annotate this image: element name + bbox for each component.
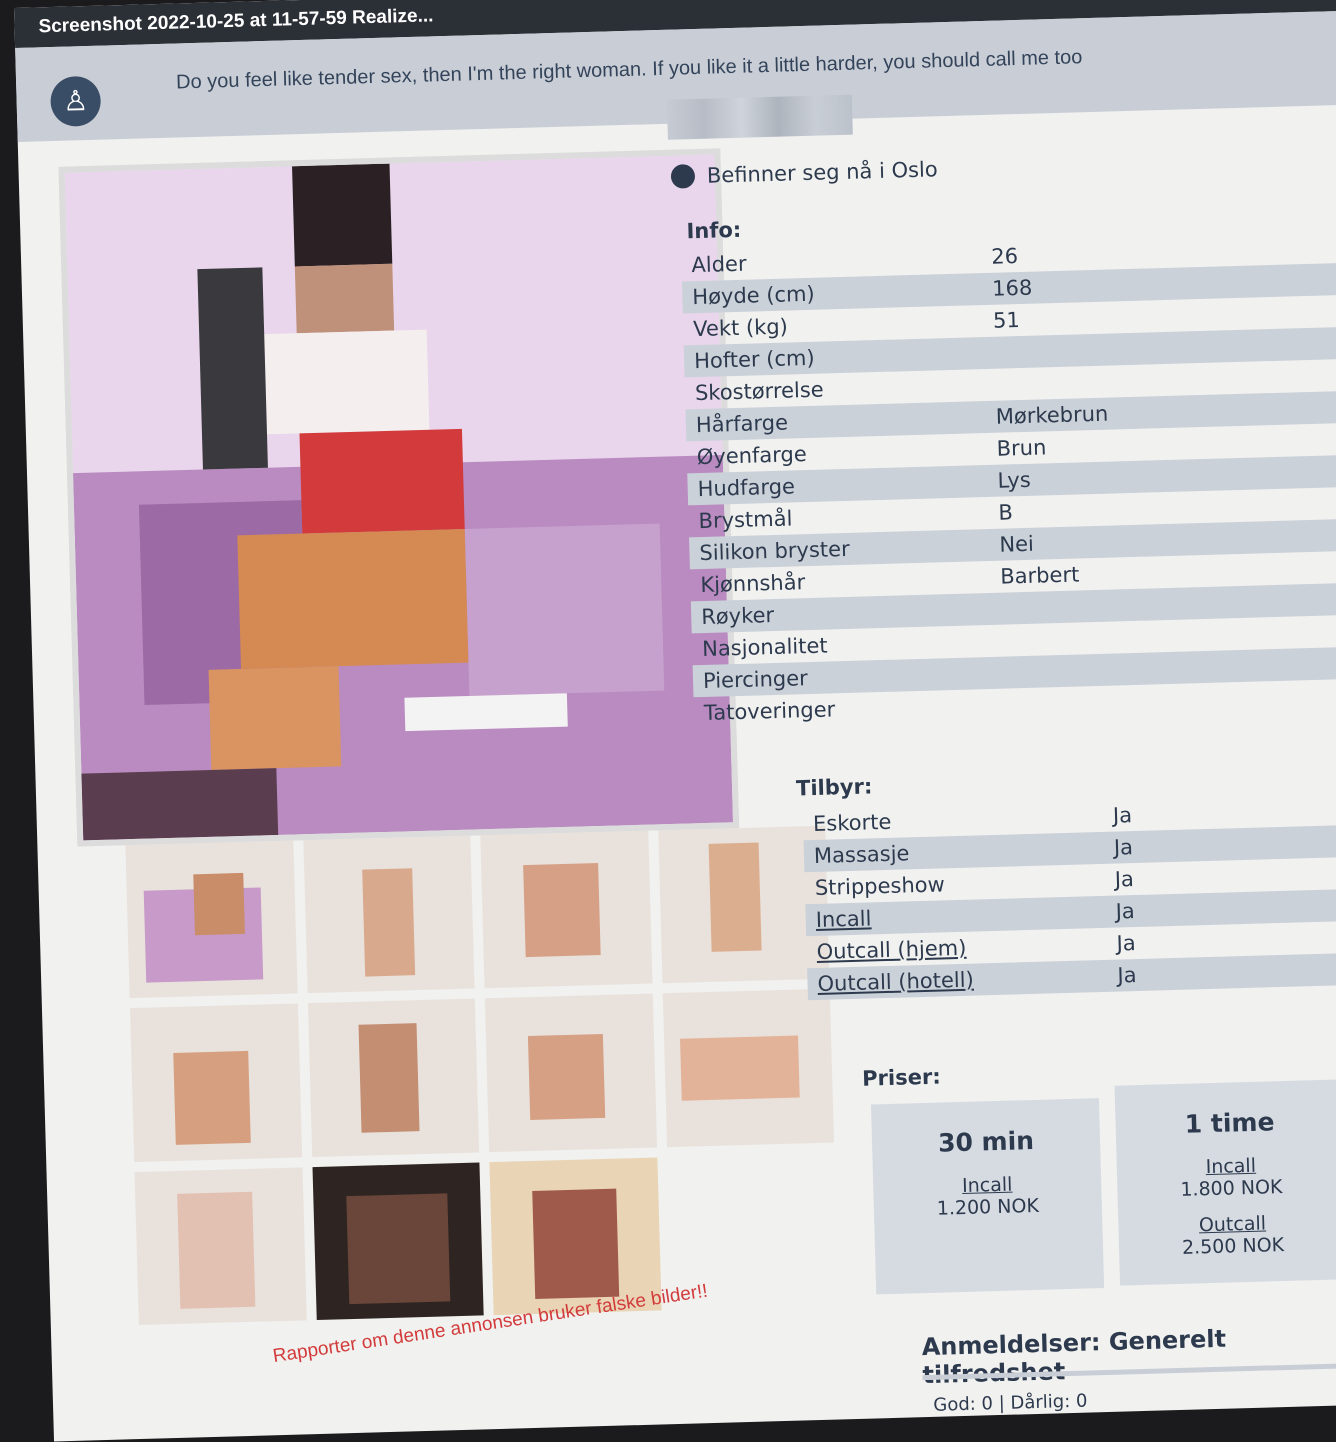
main-photo[interactable]: [58, 148, 740, 847]
row-value: [995, 375, 1336, 385]
row-value: Ja: [1112, 803, 1133, 828]
reviews-title: Anmeldelser: Generelt tilfredshet: [921, 1324, 1227, 1389]
screen: Screenshot 2022-10-25 at 11-57-59 Realiz…: [14, 0, 1336, 1442]
row-value: [1003, 663, 1336, 673]
row-value: [1001, 599, 1336, 609]
row-label: Vekt (kg): [692, 314, 789, 342]
row-label: Massasje: [813, 841, 910, 868]
row-value: [1002, 631, 1336, 641]
row-label: Strippeshow: [814, 872, 946, 900]
row-label: Røyker: [700, 603, 775, 630]
row-value: [994, 343, 1336, 353]
price-box-1time: 1 time Incall 1.800 NOK Outcall 2.500 NO…: [1114, 1079, 1336, 1286]
row-label[interactable]: Outcall (hjem): [806, 932, 1117, 965]
row-label: Alder: [691, 251, 747, 278]
row-label: Eskorte: [812, 809, 892, 837]
row-value: B: [998, 500, 1014, 525]
row-label: Hudfarge: [697, 474, 796, 502]
globe-icon: [670, 164, 696, 189]
row-value: [1004, 695, 1336, 705]
price-heading: 1 time: [1184, 1107, 1275, 1139]
location-text: Befinner seg nå i Oslo: [706, 157, 938, 188]
banner-tagline: Do you feel like tender sex, then I'm th…: [175, 46, 1083, 94]
row-label[interactable]: Outcall (hotell): [807, 964, 1118, 997]
thumbnail[interactable]: [134, 1167, 307, 1326]
prices-title: Priser:: [861, 1064, 941, 1091]
row-value: Ja: [1115, 899, 1136, 924]
info-title: Info:: [686, 217, 742, 244]
row-label: Piercinger: [702, 666, 809, 694]
thumbnail[interactable]: [480, 830, 652, 989]
offers-title: Tilbyr:: [795, 774, 873, 801]
row-label[interactable]: Incall: [805, 900, 1116, 933]
reviews-stats: God: 0 | Dårlig: 0: [933, 1390, 1088, 1416]
profile-name-blurred: [666, 94, 853, 140]
row-value: Nei: [999, 531, 1035, 557]
row-label: Silikon bryster: [699, 536, 850, 566]
thumbnail[interactable]: [662, 988, 834, 1147]
row-label: Tatoveringer: [703, 697, 836, 726]
row-label: Nasjonalitet: [701, 633, 828, 662]
price-heading: 30 min: [937, 1125, 1035, 1158]
person-badge-icon: ♙: [49, 75, 102, 128]
row-label: Øyenfarge: [696, 442, 808, 470]
row-value: Ja: [1113, 835, 1134, 860]
pixelated-photo: [64, 154, 734, 841]
row-label: Skostørrelse: [694, 377, 824, 406]
row-label: Brystmål: [698, 506, 793, 534]
offers-table: Eskorte Ja Massasje Ja Strippeshow Ja Incall Ja…: [803, 793, 1336, 1001]
thumbnail[interactable]: [307, 998, 480, 1157]
thumbnail[interactable]: [311, 1162, 484, 1321]
price-box-30min: 30 min Incall 1.200 NOK: [870, 1098, 1105, 1295]
row-label: Høyde (cm): [692, 281, 816, 310]
row-value: Ja: [1114, 867, 1135, 892]
info-table: Alder 26 Høyde (cm) 168 Vekt (kg) 51 Hofter (c…: [681, 231, 1336, 729]
row-value: Ja: [1117, 963, 1137, 988]
row-value: Lys: [997, 467, 1032, 493]
row-value: Barbert: [999, 562, 1080, 589]
thumbnail-grid: [125, 825, 839, 1326]
row-label: Kjønnshår: [700, 570, 806, 598]
row-value: Ja: [1116, 931, 1136, 956]
row-label: Hofter (cm): [693, 345, 815, 374]
thumbnail[interactable]: [125, 840, 298, 999]
thumbnail[interactable]: [129, 1003, 302, 1162]
thumbnail[interactable]: [302, 835, 475, 994]
row-value: Brun: [996, 435, 1047, 461]
thumbnail[interactable]: [484, 993, 657, 1152]
row-label: Hårfarge: [695, 410, 789, 438]
